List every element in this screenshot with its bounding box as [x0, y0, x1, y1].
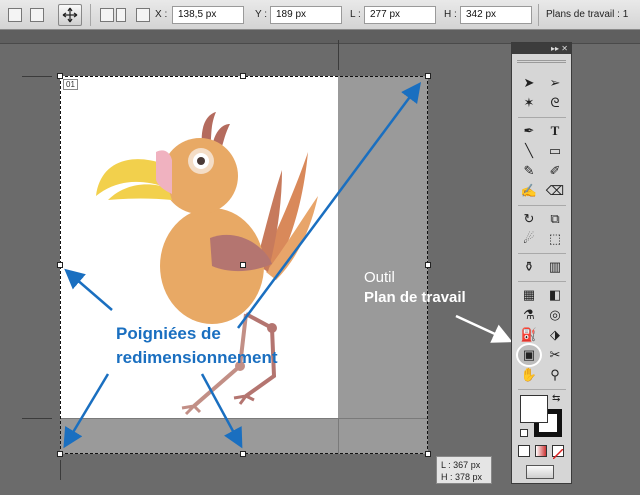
gradient-mode-icon[interactable]: [535, 445, 547, 457]
annotation-line: Outil: [364, 269, 395, 286]
size-tooltip: L : 367 px H : 378 px: [436, 456, 492, 484]
annotation-line: Poigniées de: [116, 324, 221, 343]
fill-swatch-front[interactable]: [520, 395, 548, 423]
selection-tool-icon[interactable]: ➤: [518, 73, 540, 93]
gradient-tool-icon[interactable]: ◧: [544, 285, 566, 305]
tools-panel: ▸▸ ✕ ➤ ➢ ✶ ᘓ ✒ T ╲ ▭ ✎ ✐ ✍ ⌫ ↻ ⧉ ☄ ⬚ ⚱ ▥…: [511, 42, 572, 484]
separator: [518, 117, 566, 118]
blend-tool-icon[interactable]: ◎: [544, 305, 566, 325]
zoom-tool-icon[interactable]: ⚲: [544, 365, 566, 385]
separator: [518, 389, 566, 390]
mesh-tool-icon[interactable]: ▦: [518, 285, 540, 305]
annotation-line: redimensionnement: [116, 348, 278, 367]
swap-colors-icon[interactable]: ⇆: [552, 393, 560, 404]
lasso-tool-icon[interactable]: ᘓ: [544, 93, 566, 113]
warp-tool-icon[interactable]: ☄: [518, 229, 540, 249]
type-tool-icon[interactable]: T: [544, 121, 566, 141]
symbol-sprayer-tool-icon[interactable]: ⚱: [518, 257, 540, 277]
line-tool-icon[interactable]: ╲: [518, 141, 540, 161]
panel-header[interactable]: ▸▸ ✕: [512, 43, 571, 54]
rotate-tool-icon[interactable]: ↻: [518, 209, 540, 229]
none-mode-icon[interactable]: [552, 445, 564, 460]
paintbrush-tool-icon[interactable]: ✎: [518, 161, 540, 181]
tooltip-width: L : 367 px: [441, 460, 481, 470]
default-colors-icon[interactable]: [520, 429, 528, 437]
pen-tool-icon[interactable]: ✒: [518, 121, 540, 141]
direct-selection-tool-icon[interactable]: ➢: [544, 73, 566, 93]
free-transform-tool-icon[interactable]: ⬚: [544, 229, 566, 249]
eyedropper-tool-icon[interactable]: ⚗: [518, 305, 540, 325]
scale-tool-icon[interactable]: ⧉: [544, 209, 566, 229]
separator: [518, 253, 566, 254]
column-graph-tool-icon[interactable]: ▥: [544, 257, 566, 277]
live-paint-selection-tool-icon[interactable]: ⬗: [544, 325, 566, 345]
blob-brush-tool-icon[interactable]: ✍: [518, 181, 540, 201]
annotation-line-bold: Plan de travail: [364, 289, 466, 306]
hand-tool-icon[interactable]: ✋: [518, 365, 540, 385]
eraser-tool-icon[interactable]: ⌫: [544, 181, 566, 201]
artboard-tool-icon[interactable]: ▣: [516, 343, 542, 367]
slice-tool-icon[interactable]: ✂: [544, 345, 566, 365]
artboard-tool-annotation: Outil Plan de travail: [364, 268, 466, 308]
screen-mode-button[interactable]: [526, 465, 554, 479]
color-mode-icon[interactable]: [518, 445, 530, 457]
panel-grip[interactable]: [517, 60, 566, 74]
tooltip-height: H : 378 px: [441, 472, 483, 482]
magic-wand-tool-icon[interactable]: ✶: [518, 93, 540, 113]
resize-handles-annotation: Poigniées de redimensionnement: [116, 322, 278, 370]
rectangle-tool-icon[interactable]: ▭: [544, 141, 566, 161]
live-paint-tool-icon[interactable]: ⛽: [518, 325, 540, 345]
separator: [518, 281, 566, 282]
pencil-tool-icon[interactable]: ✐: [544, 161, 566, 181]
separator: [518, 205, 566, 206]
